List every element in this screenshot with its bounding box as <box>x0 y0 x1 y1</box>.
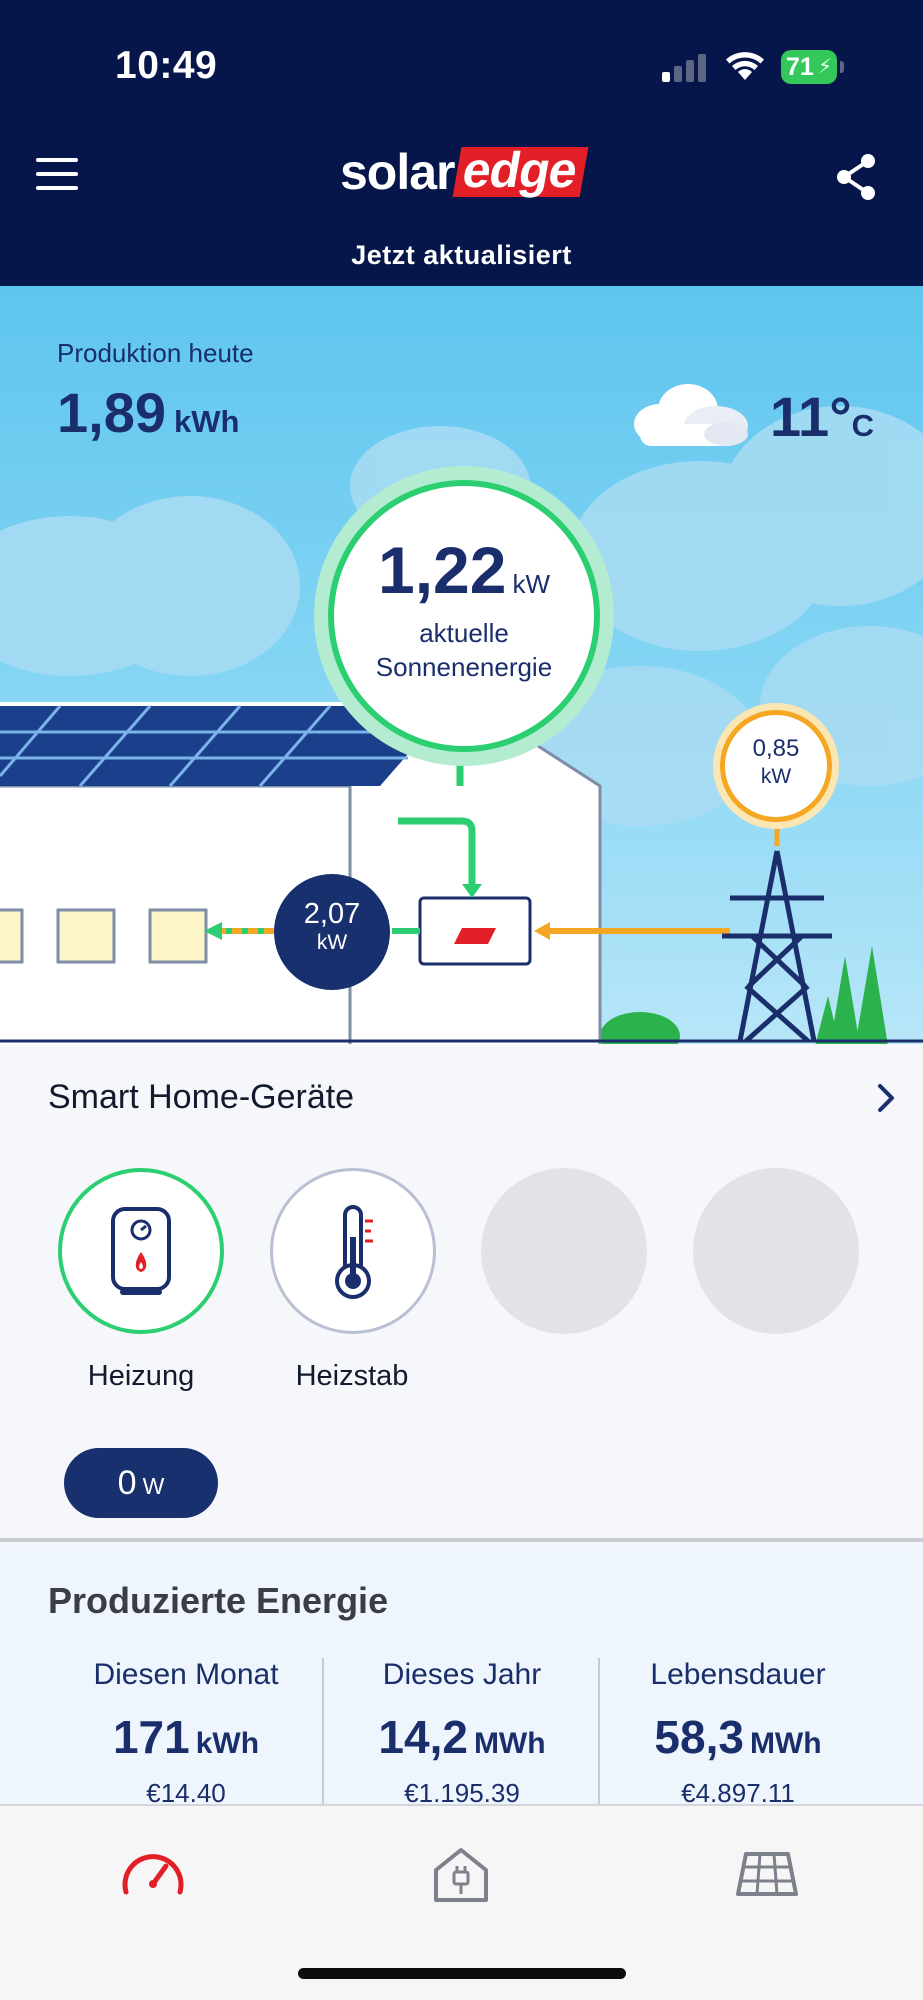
menu-button[interactable] <box>36 158 80 192</box>
device-placeholder <box>481 1168 647 1334</box>
solar-panel-icon[interactable] <box>732 1844 802 1904</box>
update-status: Jetzt aktualisiert <box>351 240 572 270</box>
grid-power-circle[interactable]: 0,85 kW <box>720 710 832 822</box>
solar-power-unit: kW <box>512 569 550 599</box>
production-today-value: 1,89 kWh <box>57 381 240 444</box>
solar-power-label-line2: Sonnenenergie <box>375 652 553 682</box>
smart-home-title[interactable]: Smart Home-Geräte <box>48 1078 354 1117</box>
hamburger-icon <box>36 158 78 162</box>
solar-power-label: aktuelle <box>419 618 509 648</box>
home-consumption-value: 2,07 <box>303 898 361 930</box>
energy-month: Diesen Monat 171 kWh €14.40 <box>93 1658 279 1808</box>
home-consumption-unit: kW <box>316 931 348 954</box>
solar-power-value: 1,22 <box>377 533 507 607</box>
app-header: 10:49 71 ⚡ solar edge Jetzt aktualisiert <box>0 0 923 286</box>
device-label-heizung: Heizung <box>87 1360 195 1392</box>
status-time: 10:49 <box>115 44 218 87</box>
energy-flow-scene: Produktion heute 1,89 kWh 11°C 1,22 kW akt… <box>0 286 923 1044</box>
wifi-icon <box>726 52 764 80</box>
share-icon[interactable] <box>834 152 878 202</box>
solaredge-logo: solar edge <box>340 142 588 202</box>
solar-power-circle[interactable]: 1,22 kW aktuelle Sonnenenergie <box>328 480 600 752</box>
grid-power-unit: kW <box>760 765 792 788</box>
charging-bolt-icon: ⚡ <box>817 56 832 78</box>
produced-energy-section: Produzierte Energie Diesen Monat 171 kWh … <box>0 1546 923 1808</box>
production-today-label: Produktion heute <box>57 338 254 368</box>
dashboard-gauge-icon[interactable] <box>118 1844 188 1904</box>
house-plug-icon[interactable] <box>426 1844 496 1904</box>
produced-energy-title: Produzierte Energie <box>48 1580 389 1621</box>
cellular-signal-icon <box>662 52 710 82</box>
energy-year: Dieses Jahr 14,2 MWh €1.195.39 <box>378 1658 546 1808</box>
home-consumption-circle[interactable]: 2,07 kW <box>274 874 390 990</box>
battery-level: 71 <box>786 53 814 81</box>
bottom-tab-bar <box>0 1804 923 2000</box>
device-placeholder <box>693 1168 859 1334</box>
water-heater-icon <box>111 1207 171 1295</box>
cloud-weather-icon <box>634 384 748 446</box>
home-indicator[interactable] <box>298 1968 626 1979</box>
device-heizung[interactable] <box>58 1168 224 1334</box>
energy-lifetime: Lebensdauer 58,3 MWh €4.897.11 <box>650 1658 826 1808</box>
temperature: 11°C <box>770 385 874 448</box>
device-power-badge: 0W <box>64 1448 218 1518</box>
battery-indicator: 71 ⚡ <box>781 50 844 84</box>
device-heizstab[interactable] <box>270 1168 436 1334</box>
grid-power-value: 0,85 <box>752 735 800 762</box>
smart-home-section: Smart Home-Geräte Heizung Heizstab 0 W <box>0 1044 923 1542</box>
device-label-heizstab: Heizstab <box>295 1360 409 1392</box>
thermometer-icon <box>335 1205 373 1299</box>
chevron-right-icon[interactable] <box>872 1078 900 1118</box>
